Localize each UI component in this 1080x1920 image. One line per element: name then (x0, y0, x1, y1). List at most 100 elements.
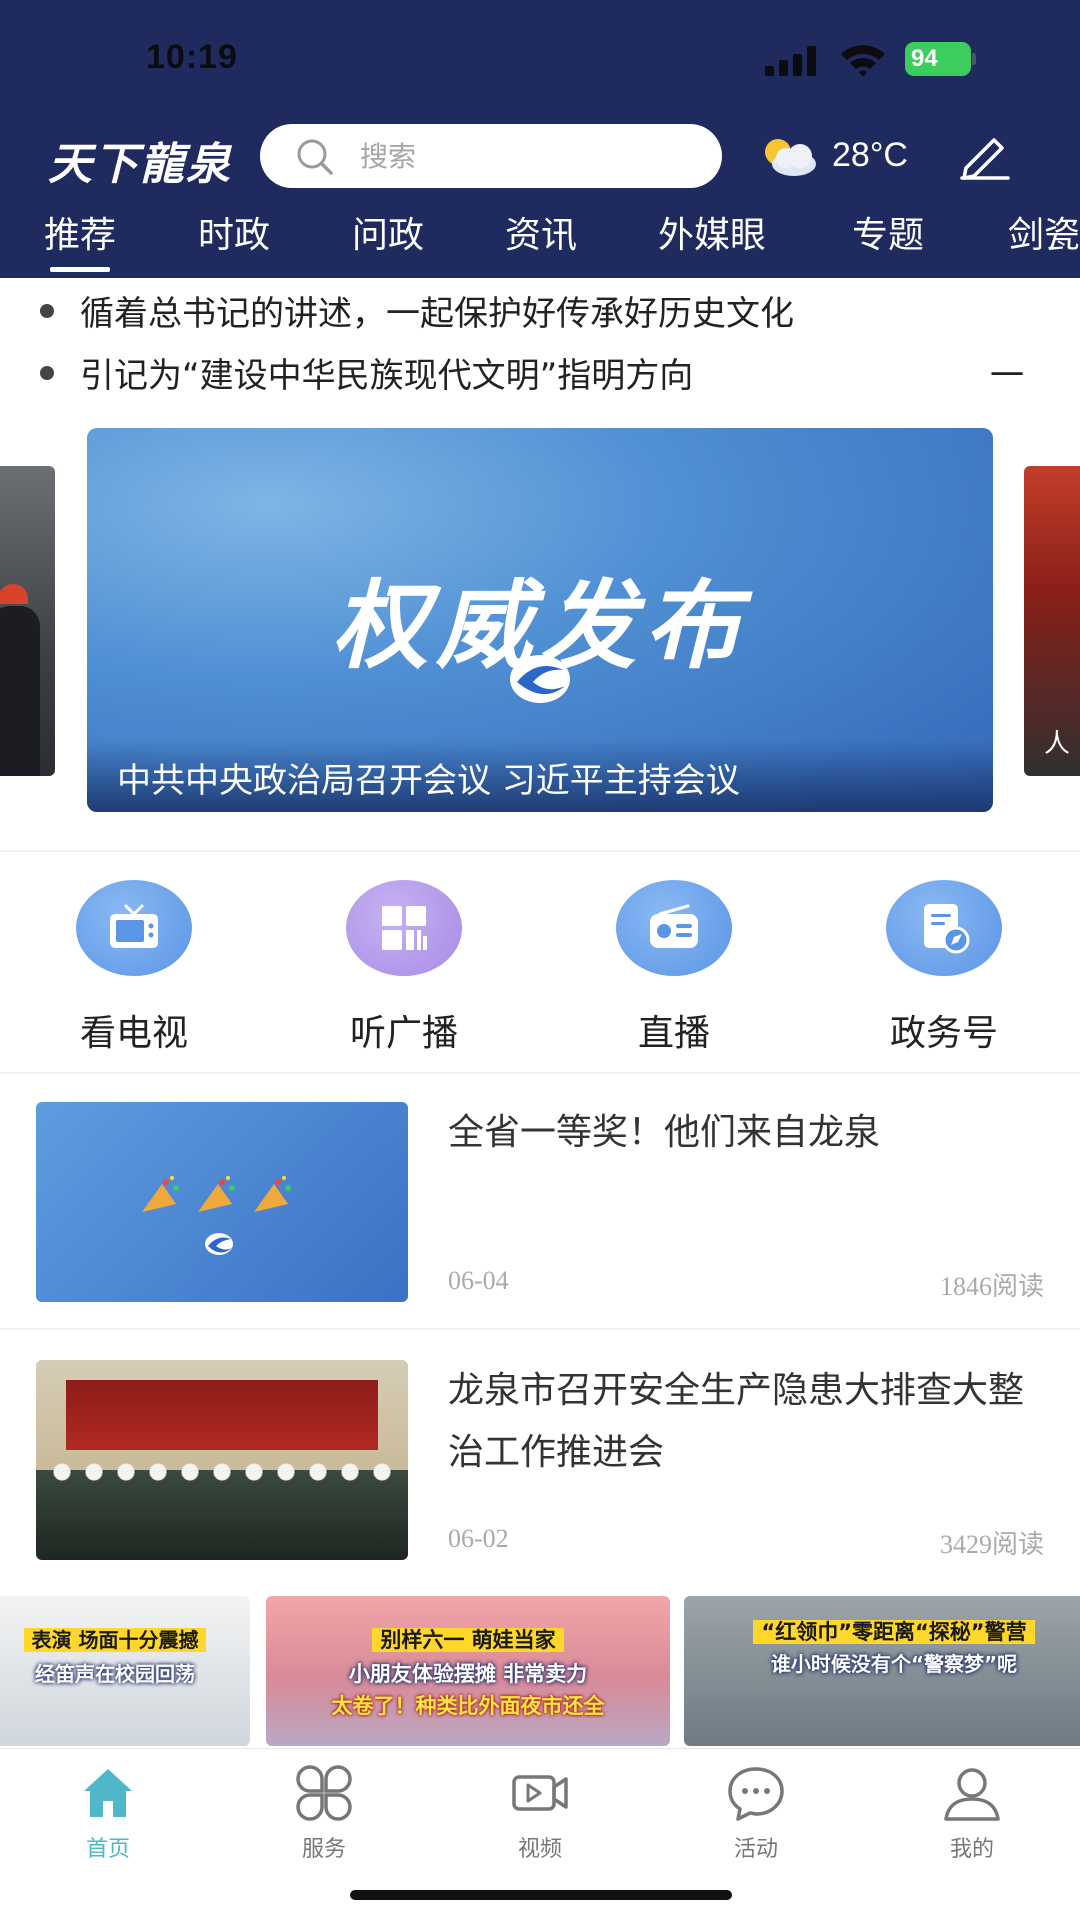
nav-label: 首页 (85, 1837, 130, 1862)
meeting-curtain (66, 1380, 378, 1450)
video-strip: 表演 场面十分震撼 经笛声在校园回荡 别样六一 萌娃当家 小朋友体验摆摊 非常卖… (0, 1596, 1080, 1746)
ticker-item[interactable]: 循着总书记的讲述，一起保护好传承好历史文化 (0, 278, 1080, 338)
tab-news[interactable]: 资讯 (505, 208, 577, 278)
carousel-card-prev[interactable] (0, 466, 55, 776)
radio-icon (650, 904, 698, 948)
profile-icon (944, 1768, 1000, 1821)
nav-label: 服务 (301, 1837, 346, 1862)
banner-carousel[interactable]: 权威发布 中共中央政治局召开会议 习近平主持会议 人 (0, 420, 1080, 820)
party-popper-icon (142, 1176, 291, 1255)
channel-tabs: 推荐 时政 问政 资讯 外媒眼 专题 剑瓷 (0, 208, 1080, 278)
banner-caption: 中共中央政治局召开会议 习近平主持会议 (117, 761, 740, 801)
next-card-caption: 人 (1044, 729, 1071, 759)
brand-logo[interactable]: 天下龍泉 (48, 128, 232, 192)
video-subtitle: 经笛声在校园回荡 (35, 1662, 195, 1686)
document-icon (924, 904, 970, 954)
search-icon (297, 139, 333, 175)
nav-label: 视频 (517, 1837, 562, 1862)
grid-icon (382, 906, 427, 950)
video-headline: “红领巾”零距离“探秘”警营 (684, 1616, 1080, 1646)
quick-label: 直播 (637, 1013, 710, 1054)
tab-recommend[interactable]: 推荐 (44, 208, 116, 278)
quick-item-live[interactable]: 直播 (574, 880, 774, 1054)
nav-activities[interactable]: 活动 (686, 1759, 826, 1869)
video-subtitle: 小朋友体验摆摊 非常卖力 (348, 1662, 588, 1686)
video-headline: 别样六一 萌娃当家 (266, 1624, 670, 1654)
video-subtitle: 谁小时候没有个“警察梦”呢 (770, 1652, 1018, 1676)
news-item[interactable]: 全省一等奖！他们来自龙泉 06-04 1846阅读 (0, 1076, 1080, 1326)
helmet-shape (0, 584, 28, 604)
nav-profile[interactable]: 我的 (902, 1759, 1042, 1869)
news-date: 06-04 (448, 1266, 509, 1295)
ticker-text-next: 一 (990, 356, 1024, 396)
news-title: 全省一等奖！他们来自龙泉 (448, 1112, 881, 1153)
bullet-dot (40, 304, 54, 318)
wifi-icon (841, 45, 885, 77)
quick-label: 看电视 (79, 1013, 188, 1054)
news-thumbnail (36, 1102, 408, 1302)
quick-item-radio[interactable]: 听广播 (304, 880, 504, 1054)
news-title: 龙泉市召开安全生产隐患大排查大整治工作推进会 (448, 1370, 1025, 1473)
battery-cap (972, 53, 976, 65)
video-card[interactable]: 别样六一 萌娃当家 小朋友体验摆摊 非常卖力 太卷了！种类比外面夜市还全 (266, 1596, 670, 1746)
quick-access: 看电视 听广播 直播 政务号 (0, 860, 1080, 1060)
services-icon (296, 1765, 352, 1821)
ticker-item[interactable]: 引记为“建设中华民族现代文明”指明方向 一 (0, 340, 1080, 398)
meeting-attendees (46, 1452, 398, 1492)
section-divider (0, 850, 1080, 852)
news-thumbnail-meeting (36, 1360, 408, 1560)
quick-item-gov[interactable]: 政务号 (844, 880, 1044, 1054)
news-date: 06-02 (448, 1524, 509, 1553)
home-indicator[interactable] (350, 1890, 732, 1900)
partly-cloudy-icon (765, 139, 816, 176)
cellular-signal-icon (765, 46, 816, 76)
video-headline: 表演 场面十分震撼 (0, 1624, 250, 1653)
tv-icon-circle (76, 880, 192, 976)
search-bar[interactable] (260, 124, 722, 188)
status-time: 10:19 (146, 38, 238, 76)
carousel-card-next[interactable]: 人 (1024, 466, 1080, 776)
tv-icon (110, 904, 158, 948)
news-read-count: 3429阅读 (939, 1530, 1044, 1559)
battery-indicator: 94 (905, 42, 977, 76)
home-icon (84, 1769, 132, 1817)
carousel-card-main[interactable]: 权威发布 中共中央政治局召开会议 习近平主持会议 (87, 428, 993, 812)
battery-level: 94 (905, 42, 971, 76)
quick-label: 政务号 (889, 1013, 998, 1054)
nav-label: 我的 (949, 1837, 994, 1862)
edit-pencil-icon[interactable] (958, 130, 1012, 180)
nav-video[interactable]: 视频 (470, 1759, 610, 1869)
tab-politics[interactable]: 时政 (198, 208, 270, 278)
document-icon-circle (886, 880, 1002, 976)
headline-ticker: 循着总书记的讲述，一起保护好传承好历史文化 引记为“建设中华民族现代文明”指明方… (0, 278, 1080, 398)
bullet-dot (40, 366, 54, 380)
ticker-text: 引记为“建设中华民族现代文明”指明方向 (80, 356, 694, 396)
nav-label: 活动 (733, 1837, 778, 1862)
worker-shape (0, 606, 40, 776)
news-read-count: 1846阅读 (939, 1272, 1044, 1301)
tab-foreign-media[interactable]: 外媒眼 (658, 208, 766, 278)
nav-services[interactable]: 服务 (254, 1759, 394, 1869)
video-card[interactable]: “红领巾”零距离“探秘”警营 谁小时候没有个“警察梦”呢 (684, 1596, 1080, 1746)
chat-icon (728, 1767, 784, 1821)
tab-sword-porcelain[interactable]: 剑瓷 (1008, 208, 1080, 278)
tab-inquiry[interactable]: 问政 (352, 208, 424, 278)
search-input[interactable] (360, 124, 700, 188)
video-icon (512, 1775, 568, 1811)
status-bar: 10:19 94 (0, 0, 1080, 110)
tab-special[interactable]: 专题 (852, 208, 924, 278)
video-subtitle-2: 太卷了！种类比外面夜市还全 (331, 1694, 605, 1718)
section-divider (0, 1072, 1080, 1074)
app-header: 10:19 94 天下龍泉 28°C (0, 0, 1080, 278)
radio-icon-circle (616, 880, 732, 976)
weather-temperature[interactable]: 28°C (832, 136, 908, 175)
grid-icon-circle (346, 880, 462, 976)
quick-item-tv[interactable]: 看电视 (34, 880, 234, 1054)
ticker-text: 循着总书记的讲述，一起保护好传承好历史文化 (80, 294, 794, 334)
news-item[interactable]: 龙泉市召开安全生产隐患大排查大整治工作推进会 06-02 3429阅读 (0, 1334, 1080, 1584)
video-card[interactable]: 表演 场面十分震撼 经笛声在校园回荡 (0, 1596, 250, 1746)
quick-label: 听广播 (349, 1013, 458, 1054)
nav-home[interactable]: 首页 (38, 1759, 178, 1869)
section-divider (0, 1328, 1080, 1330)
media-logo-icon (510, 655, 570, 703)
